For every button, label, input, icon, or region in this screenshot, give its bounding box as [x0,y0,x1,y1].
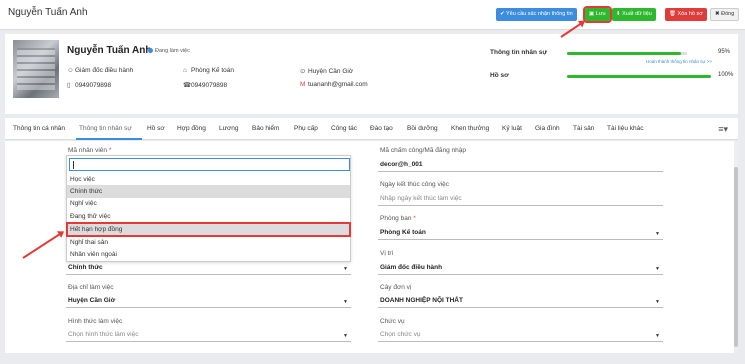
tab-salary[interactable]: Lương [219,125,238,132]
chevron-down-icon[interactable]: ▼ [655,333,660,339]
position-select[interactable]: Giám đốc điều hành [380,264,442,271]
tab-insurance[interactable]: Bảo hiểm [252,125,279,132]
active-tab-indicator [76,138,142,140]
job-title-select[interactable]: Chọn chức vụ [380,331,420,338]
end-date-label: Ngày kết thúc công việc [380,181,450,188]
hr-progress-value: 95% [718,49,731,55]
phone-info: ☎0949079898 [183,82,228,89]
tab-family[interactable]: Gia đình [535,125,560,132]
workplace-select[interactable]: Huyện Cần Giờ [68,297,115,304]
profile-card: Nguyễn Tuấn Anh Đang làm việc ☺Giám đốc … [5,34,738,114]
tab-business-trip[interactable]: Công tác [331,125,357,132]
chevron-down-icon[interactable]: ▼ [343,299,348,305]
chevron-down-icon[interactable]: ▼ [655,231,660,237]
tab-rewards[interactable]: Khen thưởng [451,125,489,132]
export-button[interactable]: ⬇ Xuất dữ liệu [612,8,656,21]
email-info: Mtuananh@gmail.com [300,81,368,88]
save-icon: ▣ [589,11,596,17]
dropdown-option[interactable]: Nghỉ việc [67,197,350,210]
employee-name: Nguyễn Tuấn Anh [67,45,152,56]
tab-assets[interactable]: Tài sản [573,125,594,132]
top-bar: Nguyễn Tuấn Anh ✔ Yêu cầu xác nhận thông… [0,0,745,30]
close-button[interactable]: ✖ Đóng [710,8,740,21]
hr-progress-bar [567,52,687,55]
scrollbar[interactable] [734,141,738,353]
tab-training[interactable]: Đào tạo [370,125,393,132]
position-label: Vị trí [380,250,394,257]
work-form-label: Hình thức làm việc [68,318,123,325]
user-icon: ☺ [67,67,74,74]
mail-icon: M [300,81,306,88]
chevron-down-icon[interactable]: ▼ [343,266,348,272]
doc-progress-bar [567,75,711,78]
tab-contracts[interactable]: Hợp đồng [177,125,206,132]
location-icon: ⊙ [300,68,306,75]
chevron-down-icon[interactable]: ▼ [655,266,660,272]
employment-status-value[interactable]: Chính thức [68,264,103,271]
employee-code-label: Mã nhân viên * [68,147,112,154]
employment-status-dropdown: Học việc Chính thức Nghỉ việc Đang thử v… [66,155,351,262]
tab-bar: Thông tin cá nhân Thông tin nhân sự Hồ s… [5,118,738,140]
tab-hr-info[interactable]: Thông tin nhân sự [79,125,132,132]
department-info: ⌂ Phòng Kế toán [183,67,235,74]
delete-button[interactable]: 🗑 Xóa hồ sơ [665,8,707,21]
tab-coaching[interactable]: Bồi dưỡng [407,125,438,132]
end-date-field[interactable]: Nhập ngày kết thúc làm việc [380,195,462,202]
avatar[interactable] [13,40,59,98]
status-badge: Đang làm việc [148,48,190,54]
dropdown-search-input[interactable] [69,158,350,171]
unit-tree-label: Cây đơn vị [380,284,412,291]
workplace-label: Địa chỉ làm việc [68,284,114,291]
mobile-info: ▯ 0949079898 [67,82,112,89]
status-dot-icon [148,48,153,54]
job-title-label: Chức vụ [380,318,405,325]
page-title: Nguyễn Tuấn Anh [8,7,88,18]
phone-icon: ☎ [183,82,192,89]
hr-progress-label: Thông tin nhân sự [490,49,548,56]
department-label: Phòng ban * [380,215,416,222]
timekeeping-code-label: Mã chấm công/Mã đăng nhập [380,147,466,154]
dropdown-option[interactable]: Nhân viên ngoài [67,248,350,261]
doc-progress-label: Hồ sơ [490,72,509,79]
tab-records[interactable]: Hồ sơ [147,125,165,132]
tab-other-docs[interactable]: Tài liệu khác [607,125,644,132]
work-form-select[interactable]: Chọn hình thức làm việc [68,331,138,338]
dropdown-option[interactable]: Đang thử việc [67,210,350,223]
save-button[interactable]: ▣ Lưu [583,6,612,23]
timekeeping-code-field[interactable]: decor@h_001 [380,161,422,168]
position-info: ☺Giám đốc điều hành [67,67,134,74]
trash-icon: 🗑 [669,11,678,17]
tab-personal-info[interactable]: Thông tin cá nhân [13,125,65,132]
doc-progress-value: 100% [718,72,734,78]
district-info: ⊙ Huyện Cần Giờ [300,68,354,75]
request-confirm-button[interactable]: ✔ Yêu cầu xác nhận thông tin [496,8,577,21]
tab-allowance[interactable]: Phụ cấp [294,125,318,132]
tab-discipline[interactable]: Kỷ luật [502,125,522,132]
chevron-down-icon[interactable]: ▼ [343,333,348,339]
hr-complete-link[interactable]: Hoàn thành thông tin nhân sự >> [646,59,712,64]
home-icon: ⌂ [183,67,187,74]
chevron-down-icon[interactable]: ▼ [655,299,660,305]
unit-tree-select[interactable]: DOANH NGHIỆP NỘI THẤT [380,297,463,304]
mobile-icon: ▯ [67,82,71,89]
dropdown-option-highlighted[interactable]: Hết hạn hợp đồng [66,222,351,237]
department-select[interactable]: Phòng Kế toán [380,229,426,236]
menu-icon[interactable]: ≡▾ [718,124,728,135]
